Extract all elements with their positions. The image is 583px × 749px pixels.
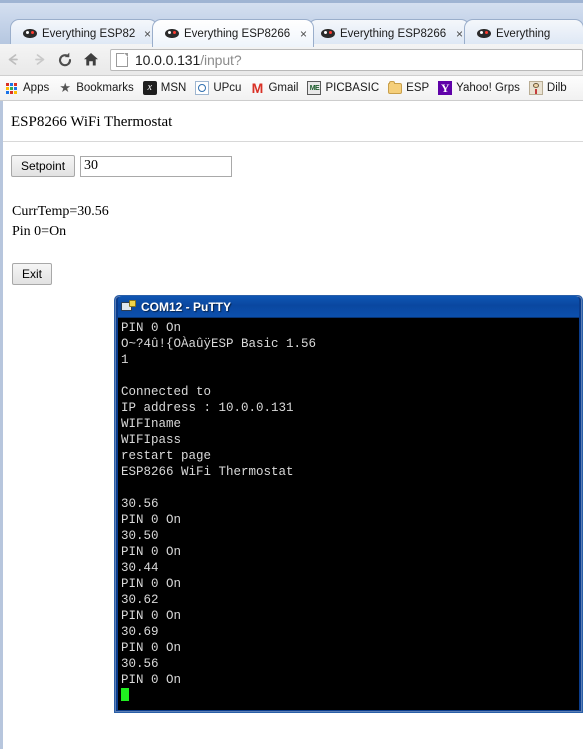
terminal-line: 30.56 bbox=[121, 497, 159, 511]
tab-close-icon[interactable]: × bbox=[144, 28, 151, 40]
bookmark-label: ESP bbox=[406, 82, 430, 94]
picbasic-icon: ME bbox=[307, 81, 322, 95]
putty-window[interactable]: COM12 - PuTTY PIN 0 On O~?4û!{OÀaûÿESP B… bbox=[114, 295, 583, 713]
terminal-line: PIN 0 On bbox=[121, 545, 182, 559]
browser-tab-4[interactable]: Everything bbox=[464, 19, 583, 47]
dilbert-icon bbox=[528, 81, 543, 95]
status-readout: CurrTemp=30.56 Pin 0=On bbox=[3, 177, 583, 242]
folder-icon bbox=[388, 81, 403, 94]
browser-tab-3[interactable]: Everything ESP8266 - × bbox=[308, 19, 470, 47]
terminal-cursor-line bbox=[121, 688, 579, 704]
terminal-line: WIFIpass bbox=[121, 433, 182, 447]
star-icon: ★ bbox=[59, 80, 72, 95]
exit-button[interactable]: Exit bbox=[12, 263, 53, 285]
terminal-line: ESP8266 WiFi Thermostat bbox=[121, 465, 294, 479]
esp8266-forum-favicon-icon bbox=[165, 27, 179, 40]
bookmark-msn[interactable]: x MSN bbox=[142, 81, 187, 95]
esp8266-forum-favicon-icon bbox=[321, 27, 335, 40]
terminal-line: Connected to bbox=[121, 385, 212, 399]
putty-window-title: COM12 - PuTTY bbox=[141, 299, 232, 314]
address-bar[interactable]: 10.0.0.131/input? bbox=[110, 48, 583, 71]
back-arrow-icon[interactable] bbox=[0, 47, 26, 73]
terminal-line: PIN 0 On bbox=[121, 673, 182, 687]
bookmark-esp-folder[interactable]: ESP bbox=[388, 81, 430, 94]
terminal-line: PIN 0 On bbox=[121, 321, 182, 335]
setpoint-input[interactable] bbox=[80, 155, 233, 177]
address-bar-host: 10.0.0.131 bbox=[135, 51, 201, 68]
bookmarks-bar: Apps ★ Bookmarks x MSN UPcu M Gmail ME P… bbox=[0, 76, 583, 101]
setpoint-form: Setpoint bbox=[3, 142, 583, 177]
bookmark-gmail[interactable]: M Gmail bbox=[250, 80, 299, 96]
terminal-line: PIN 0 On bbox=[121, 513, 182, 527]
tab-title: Everything ESP8266 - bbox=[184, 27, 291, 40]
current-temperature-text: CurrTemp=30.56 bbox=[12, 204, 109, 219]
bookmark-apps[interactable]: Apps bbox=[5, 81, 49, 95]
terminal-line: PIN 0 On bbox=[121, 609, 182, 623]
tab-close-icon[interactable]: × bbox=[456, 28, 463, 40]
browser-toolbar: 10.0.0.131/input? bbox=[0, 44, 583, 76]
bookmark-label: Gmail bbox=[268, 82, 299, 94]
putty-title-bar[interactable]: COM12 - PuTTY bbox=[118, 296, 579, 317]
gmail-m-icon: M bbox=[251, 80, 264, 96]
tab-strip: Everything ESP8266 - × Everything ESP826… bbox=[0, 0, 583, 47]
upcu-icon bbox=[195, 81, 210, 95]
document-icon bbox=[116, 52, 128, 67]
bookmark-bookmarks[interactable]: ★ Bookmarks bbox=[58, 80, 134, 95]
browser-tab-2[interactable]: Everything ESP8266 - × bbox=[152, 19, 314, 47]
esp8266-forum-favicon-icon bbox=[23, 27, 37, 40]
putty-terminal-icon bbox=[121, 299, 136, 314]
yahoo-y-icon: Y bbox=[438, 81, 453, 95]
tab-title: Everything ESP8266 - bbox=[42, 27, 135, 40]
terminal-line: WIFIname bbox=[121, 417, 182, 431]
terminal-line: PIN 0 On bbox=[121, 641, 182, 655]
bookmark-label: Apps bbox=[23, 82, 50, 94]
msn-butterfly-icon: x bbox=[142, 81, 157, 95]
terminal-line: 30.62 bbox=[121, 593, 159, 607]
bookmark-label: Yahoo! Grps bbox=[456, 82, 520, 94]
browser-window: Everything ESP8266 - × Everything ESP826… bbox=[0, 0, 583, 749]
terminal-line: 30.50 bbox=[121, 529, 159, 543]
page-title: ESP8266 WiFi Thermostat bbox=[11, 114, 173, 130]
block-cursor-icon bbox=[121, 688, 129, 701]
tab-title: Everything bbox=[496, 27, 551, 40]
forward-arrow-icon[interactable] bbox=[26, 47, 52, 73]
terminal-line: PIN 0 On bbox=[121, 577, 182, 591]
terminal-line: 30.44 bbox=[121, 561, 159, 575]
terminal-line: 30.56 bbox=[121, 657, 159, 671]
apps-grid-icon bbox=[5, 81, 19, 95]
bookmark-yahoo-groups[interactable]: Y Yahoo! Grps bbox=[438, 81, 520, 95]
terminal-line: O~?4û!{OÀaûÿESP Basic 1.56 bbox=[121, 337, 317, 351]
reload-icon[interactable] bbox=[52, 47, 78, 73]
bookmark-picbasic[interactable]: ME PICBASIC bbox=[307, 81, 379, 95]
bookmark-label: UPcu bbox=[213, 82, 242, 94]
bookmark-dilbert[interactable]: Dilb bbox=[528, 81, 567, 95]
bookmark-upcu[interactable]: UPcu bbox=[195, 81, 241, 95]
tabs-row: Everything ESP8266 - × Everything ESP826… bbox=[10, 14, 583, 47]
address-bar-path: /input? bbox=[200, 51, 242, 68]
bookmark-label: MSN bbox=[160, 82, 187, 94]
exit-row: Exit bbox=[3, 242, 583, 285]
esp8266-forum-favicon-icon bbox=[477, 27, 491, 40]
bookmark-label: Dilb bbox=[546, 82, 567, 94]
putty-terminal-screen[interactable]: PIN 0 On O~?4û!{OÀaûÿESP Basic 1.56 1 Co… bbox=[118, 317, 579, 710]
bookmark-label: PICBASIC bbox=[325, 82, 380, 94]
setpoint-button[interactable]: Setpoint bbox=[11, 155, 76, 177]
tab-title: Everything ESP8266 - bbox=[340, 27, 447, 40]
terminal-line: 1 bbox=[121, 353, 129, 367]
terminal-line: IP address : 10.0.0.131 bbox=[121, 401, 294, 415]
terminal-line: 30.69 bbox=[121, 625, 159, 639]
bookmark-label: Bookmarks bbox=[76, 82, 134, 94]
home-icon[interactable] bbox=[78, 47, 104, 73]
pin-state-text: Pin 0=On bbox=[12, 224, 67, 239]
browser-tab-1[interactable]: Everything ESP8266 - × bbox=[10, 19, 158, 47]
tab-close-icon[interactable]: × bbox=[300, 28, 307, 40]
terminal-line: restart page bbox=[121, 449, 212, 463]
